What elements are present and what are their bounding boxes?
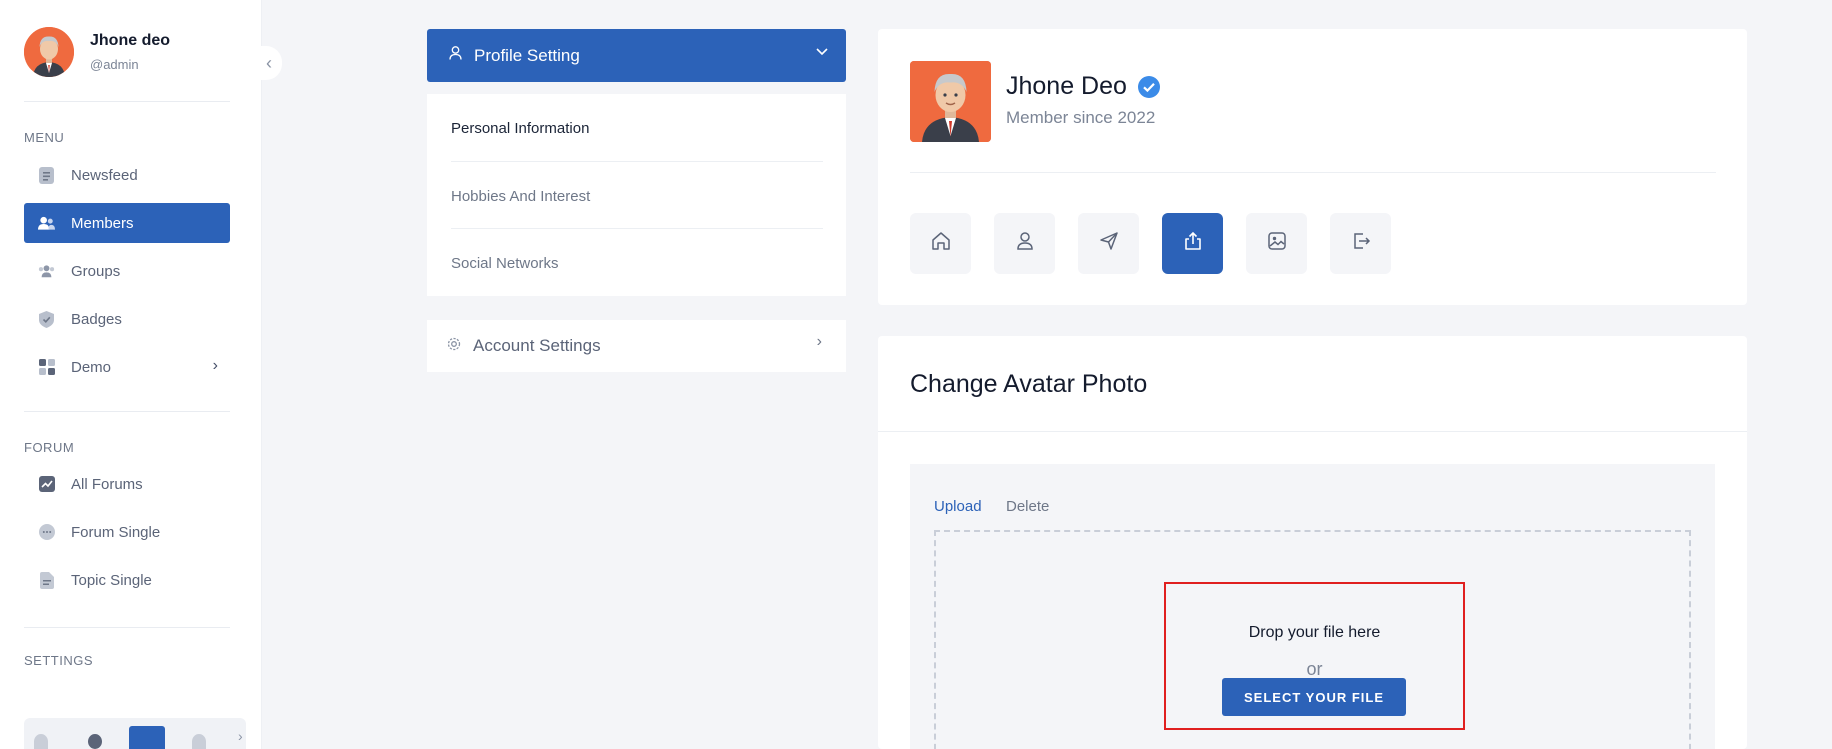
chat-icon [38, 524, 55, 541]
badge-icon [38, 310, 55, 328]
user-icon [1014, 230, 1036, 257]
verified-icon [1137, 75, 1161, 99]
tab-send[interactable] [1078, 213, 1139, 274]
select-file-button[interactable]: SELECT YOUR FILE [1222, 678, 1406, 716]
avatar [24, 27, 74, 77]
sidebar-item-forum-single[interactable]: Forum Single [24, 512, 230, 552]
profile-card: Jhone Deo Member since 2022 [878, 29, 1747, 305]
section-label-menu: MENU [24, 130, 65, 145]
tab-image[interactable] [1246, 213, 1307, 274]
sidebar-item-groups[interactable]: Groups [24, 251, 230, 291]
profile-name: Jhone Deo [1006, 72, 1127, 100]
user-icon[interactable] [88, 734, 102, 749]
members-icon [38, 215, 55, 232]
sidebar-item-topic-single[interactable]: Topic Single [24, 560, 230, 600]
gear-icon [447, 336, 461, 356]
divider [24, 627, 230, 628]
groups-icon[interactable] [192, 734, 206, 749]
profile-setting-header[interactable]: Profile Setting [427, 29, 846, 82]
user-block[interactable]: Jhone deo @admin [24, 27, 170, 77]
groups-icon [38, 263, 55, 280]
sidebar-item-badges[interactable]: Badges [24, 299, 230, 339]
submenu-hobbies-and-interest[interactable]: Hobbies And Interest [451, 162, 823, 230]
sidebar-item-label: Badges [71, 310, 122, 328]
upload-icon [1182, 230, 1204, 257]
lock-icon[interactable] [34, 734, 48, 749]
profile-setting-title: Profile Setting [474, 45, 580, 65]
chevron-right-icon: › [816, 333, 822, 350]
sidebar-item-label: Groups [71, 262, 121, 280]
chart-icon [38, 476, 55, 493]
sidebar-item-label: Demo [71, 358, 112, 376]
account-settings-label: Account Settings [473, 336, 601, 355]
account-settings-item[interactable]: Account Settings › [427, 320, 846, 372]
sidebar-item-label: Topic Single [71, 571, 152, 589]
sidebar-item-label: Newsfeed [71, 166, 138, 184]
chevron-left-icon: ‹ [266, 52, 272, 73]
collapse-sidebar-button[interactable]: ‹ [256, 46, 282, 80]
document-icon [38, 571, 55, 589]
change-avatar-title: Change Avatar Photo [910, 370, 1148, 398]
newsfeed-icon [38, 166, 55, 184]
or-separator: or [1306, 659, 1323, 679]
sidebar-item-label: Members [71, 214, 134, 232]
chevron-right-icon: › [212, 357, 218, 374]
section-label-settings: SETTINGS [24, 653, 94, 668]
bottom-toolbar: › [24, 718, 246, 749]
tab-logout[interactable] [1330, 213, 1391, 274]
send-icon [1098, 230, 1120, 257]
submenu-social-networks[interactable]: Social Networks [451, 229, 823, 297]
user-handle: @admin [90, 57, 139, 72]
drop-instruction: Drop your file here [1248, 624, 1381, 641]
divider [910, 172, 1716, 173]
section-label-forum: FORUM [24, 440, 75, 455]
home-icon [930, 230, 952, 257]
user-name: Jhone deo [90, 32, 171, 49]
sidebar-item-demo[interactable]: Demo › [24, 347, 230, 387]
chevron-right-icon[interactable]: › [238, 728, 243, 744]
tab-profile[interactable] [994, 213, 1055, 274]
drop-area[interactable]: Drop your file here or SELECT YOUR FILE [1164, 582, 1465, 730]
divider [24, 411, 230, 412]
sidebar-item-members[interactable]: Members [24, 203, 230, 243]
divider [878, 431, 1747, 432]
sidebar-item-label: Forum Single [71, 523, 161, 541]
tab-upload[interactable] [1162, 213, 1223, 274]
member-since: Member since 2022 [1006, 108, 1156, 127]
logout-icon [1350, 230, 1372, 257]
image-icon [1266, 230, 1288, 257]
grid-icon [38, 359, 55, 376]
profile-submenu: Personal Information Hobbies And Interes… [427, 94, 846, 296]
submenu-personal-information[interactable]: Personal Information [451, 94, 823, 162]
settings-icon[interactable] [129, 726, 165, 749]
sidebar-item-newsfeed[interactable]: Newsfeed [24, 155, 230, 195]
chevron-down-icon [816, 43, 828, 61]
tab-delete-file[interactable]: Delete [1006, 498, 1049, 515]
sidebar-item-label: All Forums [71, 475, 143, 493]
sidebar-item-all-forums[interactable]: All Forums [24, 464, 230, 504]
user-icon [449, 46, 462, 65]
profile-avatar [910, 61, 991, 142]
divider [24, 101, 230, 102]
tab-upload-file[interactable]: Upload [934, 498, 982, 515]
tab-home[interactable] [910, 213, 971, 274]
profile-name-row: Jhone Deo [1006, 72, 1161, 101]
